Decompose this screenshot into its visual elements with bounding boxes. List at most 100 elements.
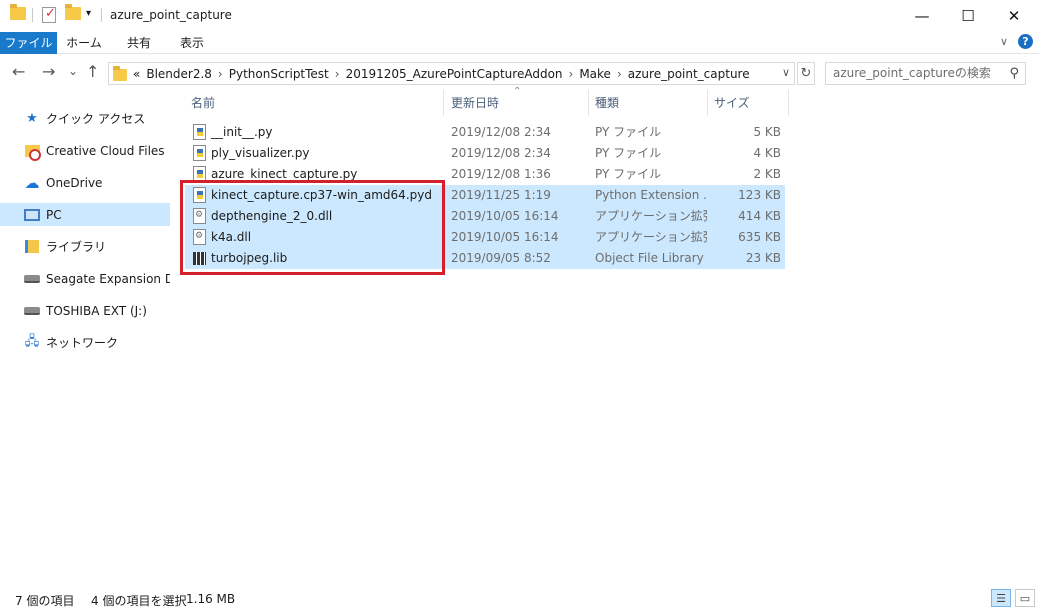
tab-view[interactable]: 表示: [170, 32, 214, 54]
selection-size: 1.16 MB: [186, 592, 236, 606]
address-bar[interactable]: « Blender2.8 › PythonScriptTest › 201912…: [108, 62, 795, 85]
file-date: 2019/12/08 2:34: [451, 125, 551, 139]
drive-icon: [24, 271, 40, 287]
expand-ribbon-icon[interactable]: ∨: [1000, 35, 1008, 48]
tab-share[interactable]: 共有: [118, 32, 160, 54]
sidebar-item-label: ライブラリ: [46, 240, 107, 254]
file-type: PY ファイル: [595, 167, 662, 181]
file-type: アプリケーション拡張: [595, 230, 707, 244]
status-bar: 7 個の項目 4 個の項目を選択 1.16 MB: [0, 588, 1039, 611]
recent-locations-icon[interactable]: ⌄: [68, 64, 78, 78]
sidebar-item-network[interactable]: 🖧 ネットワーク: [0, 331, 170, 354]
creative-cloud-folder-icon: [24, 143, 41, 161]
column-header-name[interactable]: 名前: [185, 90, 443, 116]
library-icon: [24, 239, 40, 255]
navigation-pane: ★ クイック アクセス Creative Cloud Files ☁ OneDr…: [0, 95, 170, 575]
item-count: 7 個の項目: [15, 594, 75, 608]
column-divider[interactable]: [788, 90, 789, 116]
breadcrumb-item[interactable]: Make: [579, 67, 611, 81]
forward-arrow-icon[interactable]: →: [42, 62, 55, 81]
file-name: ply_visualizer.py: [211, 146, 310, 160]
file-date: 2019/11/25 1:19: [451, 188, 551, 202]
file-size: 123 KB: [738, 188, 781, 202]
file-size: 23 KB: [745, 251, 781, 265]
quick-access-divider: [32, 8, 33, 22]
sidebar-item-pc[interactable]: PC: [0, 203, 170, 226]
sidebar-item-label: Seagate Expansion Drive: [46, 271, 170, 286]
address-dropdown-icon[interactable]: ∨: [782, 66, 790, 79]
drive-icon: [24, 303, 40, 319]
sidebar-item-quick-access[interactable]: ★ クイック アクセス: [0, 107, 170, 130]
highlight-annotation-box: [180, 180, 445, 275]
details-view-icon[interactable]: ☰: [991, 589, 1011, 607]
file-date: 2019/12/08 2:34: [451, 146, 551, 160]
search-icon[interactable]: ⚲: [1009, 63, 1019, 84]
file-date: 2019/10/05 16:14: [451, 230, 559, 244]
file-size: 2 KB: [753, 167, 781, 181]
column-header-date[interactable]: 更新日時: [445, 90, 588, 116]
minimize-button[interactable]: —: [899, 0, 945, 32]
sidebar-item-onedrive[interactable]: ☁ OneDrive: [0, 171, 170, 194]
maximize-button[interactable]: ☐: [945, 0, 991, 32]
properties-icon[interactable]: ✓: [42, 6, 56, 23]
breadcrumb-item[interactable]: azure_point_capture: [628, 67, 750, 81]
file-size: 5 KB: [753, 125, 781, 139]
file-name: __init__.py: [211, 125, 273, 139]
python-file-icon: [193, 124, 206, 140]
file-type: Python Extension ...: [595, 188, 707, 202]
network-icon: 🖧: [24, 333, 40, 349]
column-header-size[interactable]: サイズ: [708, 90, 788, 116]
file-date: 2019/12/08 1:36: [451, 167, 551, 181]
sidebar-item-seagate[interactable]: Seagate Expansion Drive: [0, 267, 170, 290]
sidebar-item-label: ネットワーク: [46, 336, 119, 350]
up-arrow-icon[interactable]: ↑: [86, 62, 99, 81]
breadcrumb-item[interactable]: Blender2.8: [146, 67, 212, 81]
python-file-icon: [193, 145, 206, 161]
file-size: 4 KB: [753, 146, 781, 160]
help-icon[interactable]: ?: [1018, 34, 1033, 49]
window-title: azure_point_capture: [110, 8, 232, 22]
column-header-type[interactable]: 種類: [589, 90, 707, 116]
sidebar-item-label: PC: [46, 207, 62, 222]
refresh-button[interactable]: ↻: [797, 62, 815, 85]
breadcrumb-item[interactable]: 20191205_AzurePointCaptureAddon: [346, 67, 563, 81]
file-type: アプリケーション拡張: [595, 209, 707, 223]
sidebar-item-label: Creative Cloud Files: [46, 143, 165, 158]
sidebar-item-creative-cloud[interactable]: Creative Cloud Files: [0, 139, 170, 162]
breadcrumb-separator-icon[interactable]: ›: [335, 67, 340, 81]
selection-count: 4 個の項目を選択: [91, 594, 187, 608]
folder-icon: [10, 4, 26, 20]
sidebar-item-toshiba[interactable]: TOSHIBA EXT (J:): [0, 299, 170, 322]
file-date: 2019/10/05 16:14: [451, 209, 559, 223]
file-type: Object File Library: [595, 251, 704, 265]
folder-icon: [113, 65, 127, 81]
file-size: 635 KB: [738, 230, 781, 244]
title-divider: [101, 8, 102, 22]
large-icons-view-icon[interactable]: ▭: [1015, 589, 1035, 607]
sidebar-item-label: クイック アクセス: [46, 112, 146, 126]
new-folder-icon[interactable]: [65, 4, 81, 20]
sidebar-item-libraries[interactable]: ライブラリ: [0, 235, 170, 258]
search-input[interactable]: azure_point_captureの検索 ⚲: [825, 62, 1026, 85]
file-type: PY ファイル: [595, 146, 662, 160]
sidebar-item-label: OneDrive: [46, 175, 103, 190]
customize-toolbar-icon[interactable]: ▾: [86, 8, 91, 19]
cloud-icon: ☁: [24, 173, 40, 192]
file-type: PY ファイル: [595, 125, 662, 139]
breadcrumb-overflow[interactable]: «: [133, 67, 140, 81]
title-bar: ✓ ▾ azure_point_capture — ☐ ✕: [0, 0, 1039, 32]
back-arrow-icon[interactable]: ←: [12, 62, 25, 81]
close-button[interactable]: ✕: [991, 0, 1037, 32]
column-divider[interactable]: [443, 90, 444, 116]
breadcrumb-separator-icon[interactable]: ›: [218, 67, 223, 81]
breadcrumb-separator-icon[interactable]: ›: [569, 67, 574, 81]
file-row[interactable]: ply_visualizer.py 2019/12/08 2:34 PY ファイ…: [185, 143, 785, 164]
breadcrumb-separator-icon[interactable]: ›: [617, 67, 622, 81]
file-row[interactable]: __init__.py 2019/12/08 2:34 PY ファイル 5 KB: [185, 122, 785, 143]
file-size: 414 KB: [738, 209, 781, 223]
tab-home[interactable]: ホーム: [62, 32, 106, 54]
breadcrumb-item[interactable]: PythonScriptTest: [229, 67, 329, 81]
star-icon: ★: [26, 111, 38, 126]
file-date: 2019/09/05 8:52: [451, 251, 551, 265]
tab-file[interactable]: ファイル: [0, 32, 57, 54]
